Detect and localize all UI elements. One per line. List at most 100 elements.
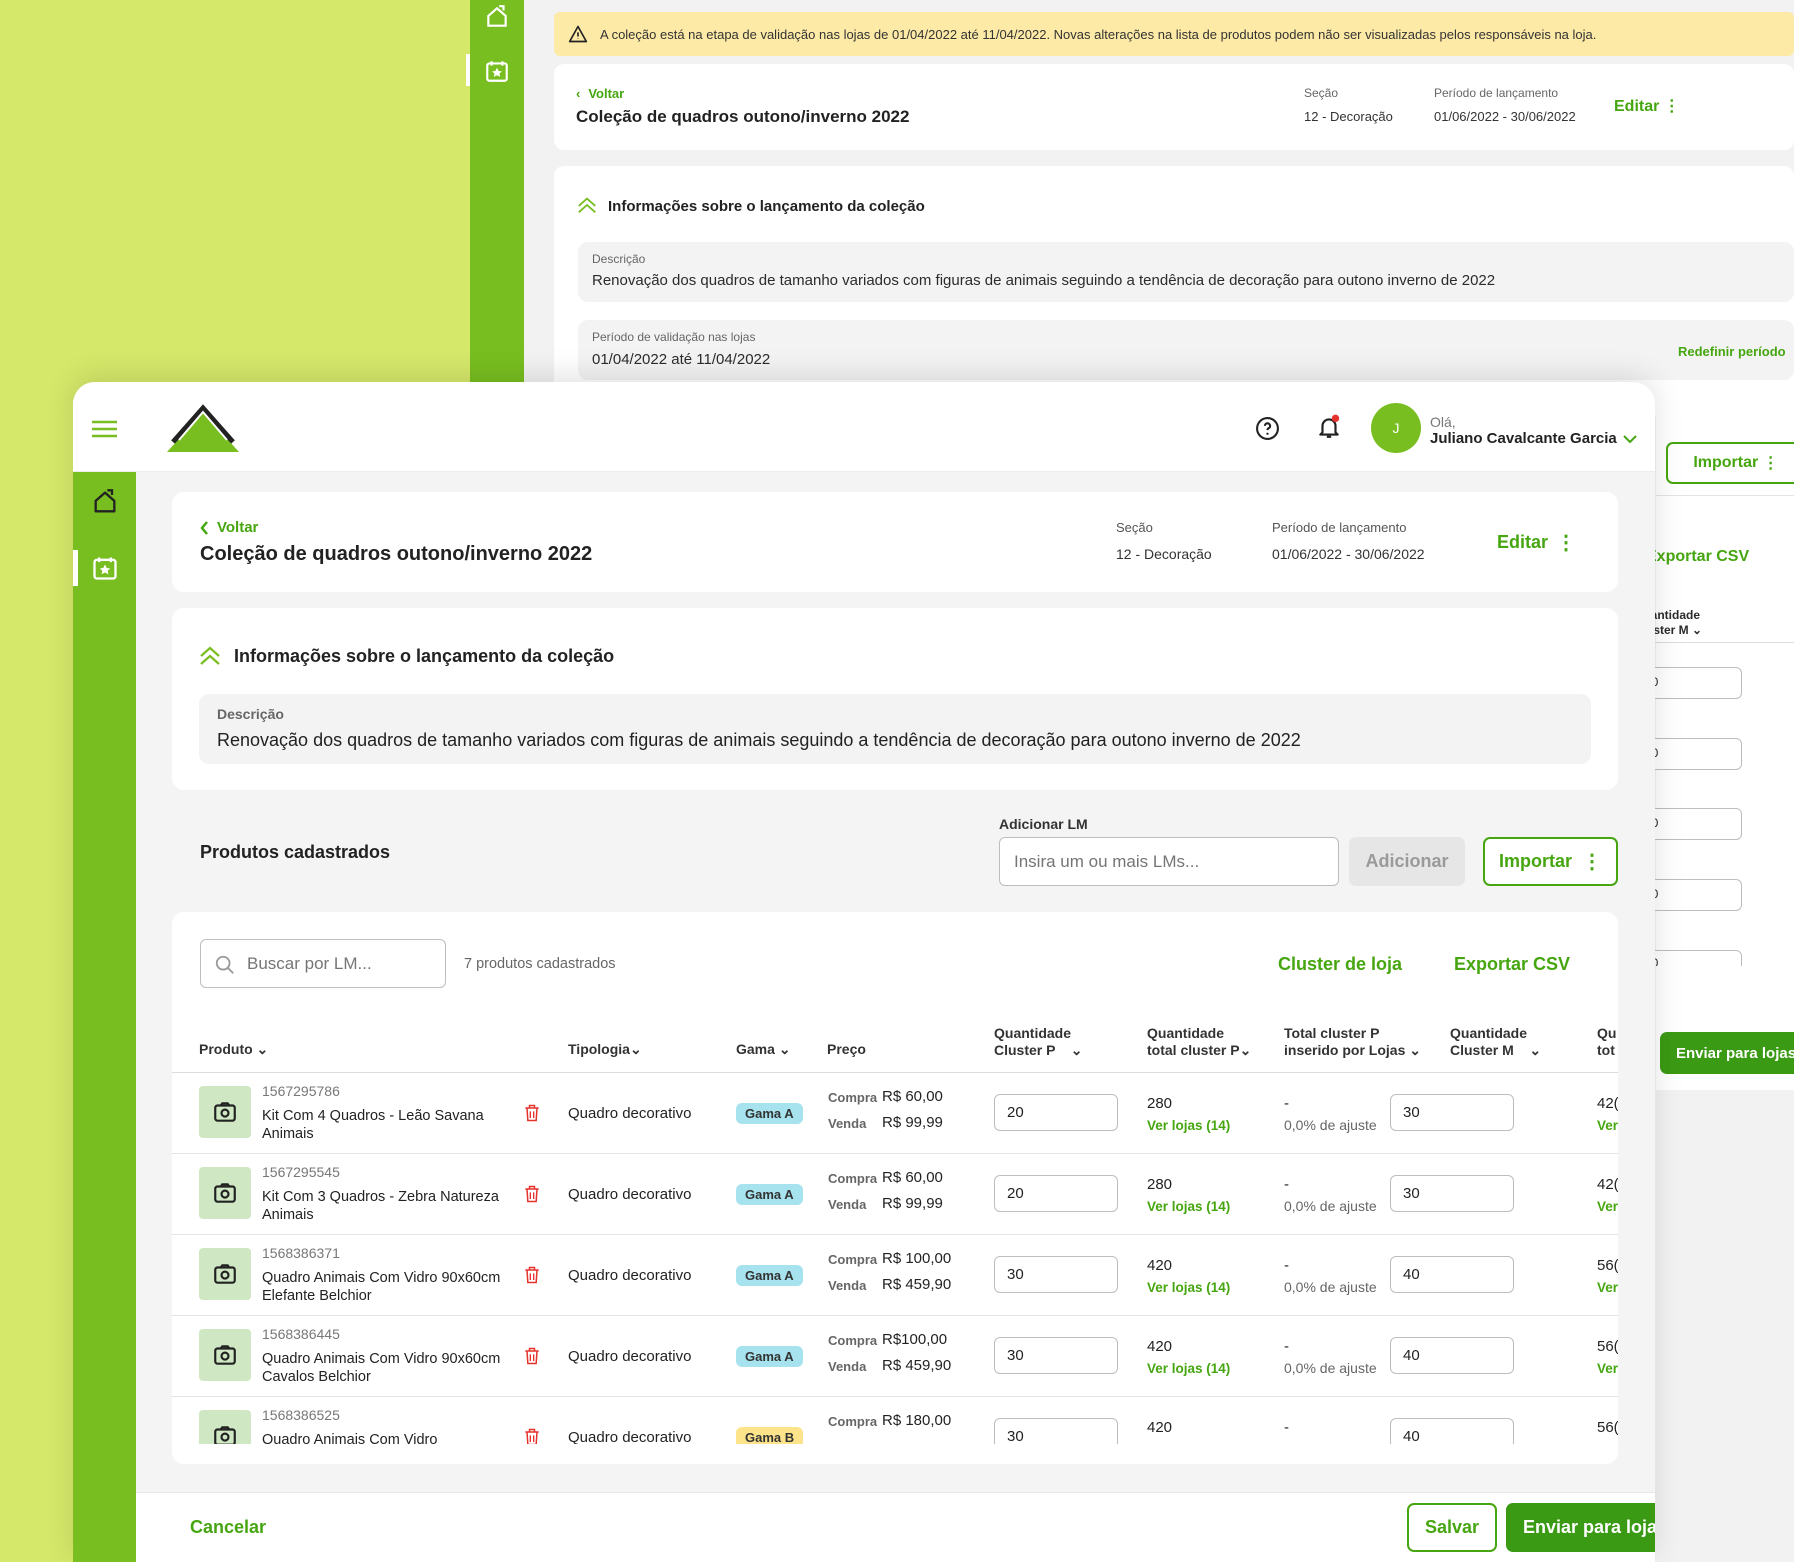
trash-icon[interactable]	[522, 1265, 542, 1285]
venda-label: Venda	[828, 1197, 867, 1212]
venda-label: Venda	[828, 1278, 867, 1293]
bg-rail-active-indicator	[466, 54, 470, 86]
product-tipologia: Quadro decorativo	[568, 1429, 692, 1444]
bg-edit-button[interactable]: Editar ⋮	[1614, 96, 1680, 116]
col-gama[interactable]: Gama ⌄	[736, 1041, 791, 1058]
alert-triangle-icon	[568, 25, 588, 43]
ver-lojas-link[interactable]: Ver lojas (14)	[1147, 1280, 1230, 1295]
bg-back-label: Voltar	[588, 86, 625, 101]
adjust-percent: 0,0% de ajuste	[1284, 1279, 1377, 1295]
trash-icon[interactable]	[522, 1103, 542, 1123]
qty-cluster-p-input[interactable]: 20	[994, 1175, 1118, 1212]
product-name: Quadro Animais Com Vidro 90x60cm Elefant…	[262, 1270, 501, 1304]
chevron-down-icon: ⌄	[1529, 1042, 1542, 1058]
col-produto[interactable]: Produto ⌄	[199, 1041, 268, 1058]
qty-cluster-p-input[interactable]: 30	[994, 1418, 1118, 1444]
gama-badge: Gama A	[736, 1184, 803, 1205]
cut-ver-link[interactable]: Ver	[1597, 1280, 1618, 1295]
redefine-period-link[interactable]: Redefinir período	[1678, 344, 1786, 359]
cluster-link[interactable]: Cluster de loja	[1278, 954, 1402, 975]
qty-cluster-m-input[interactable]: 30	[1390, 1094, 1514, 1131]
qty-cluster-m-input[interactable]: 40	[1390, 1418, 1514, 1444]
home-tag-icon[interactable]	[91, 488, 119, 516]
bell-icon[interactable]	[1316, 414, 1342, 440]
qty-cluster-m-input[interactable]: 40	[1390, 1256, 1514, 1293]
menu-icon[interactable]	[92, 420, 117, 438]
user-menu[interactable]: Juliano Cavalcante Garcia	[1430, 430, 1637, 447]
col-ins-p-line1: Total cluster P	[1284, 1025, 1380, 1041]
trash-icon[interactable]	[522, 1427, 542, 1444]
delete-product-button[interactable]	[522, 1184, 542, 1204]
qty-cluster-p-input[interactable]: 20	[994, 1094, 1118, 1131]
save-button[interactable]: Salvar	[1407, 1503, 1497, 1552]
inserted-total: -	[1284, 1257, 1289, 1274]
description-box: Descrição Renovação dos quadros de taman…	[199, 694, 1591, 764]
search-input[interactable]	[247, 950, 437, 978]
total-cluster-p: 420	[1147, 1419, 1173, 1436]
front-window: J Olá, Juliano Cavalcante Garcia Voltar …	[73, 382, 1655, 1562]
cut-ver-link[interactable]: Ver	[1597, 1199, 1618, 1214]
product-tipologia: Quadro decorativo	[568, 1105, 692, 1122]
help-icon[interactable]	[1255, 416, 1280, 441]
camera-icon	[214, 1345, 236, 1365]
edit-button[interactable]: Editar ⋮	[1497, 530, 1576, 555]
cut-ver-link[interactable]: Ver	[1597, 1361, 1618, 1376]
qty-cluster-p-input[interactable]: 30	[994, 1337, 1118, 1374]
venda-value: R$ 459,90	[882, 1276, 952, 1293]
bg-divider	[1634, 642, 1794, 643]
calendar-star-icon[interactable]	[484, 58, 510, 84]
col-qtd-cluster-p[interactable]: Quantidade Cluster P ⌄	[994, 1025, 1083, 1059]
qty-cluster-m-input[interactable]: 30	[1390, 1175, 1514, 1212]
cancel-button[interactable]: Cancelar	[190, 1517, 266, 1538]
cut-total: 42(	[1597, 1176, 1618, 1193]
product-name: Quadro Animais Com Vidro	[262, 1432, 438, 1444]
cut-total: 56(	[1597, 1419, 1618, 1436]
add-button[interactable]: Adicionar	[1349, 837, 1465, 886]
ver-lojas-link[interactable]: Ver lojas (14)	[1147, 1199, 1230, 1214]
delete-product-button[interactable]	[522, 1103, 542, 1123]
cut-ver-link[interactable]: Ver	[1597, 1118, 1618, 1133]
search-field[interactable]	[200, 939, 446, 988]
qty-cluster-p-input[interactable]: 30	[994, 1256, 1118, 1293]
bg-desc-label: Descrição	[592, 252, 646, 266]
products-table-card: 7 produtos cadastrados Cluster de loja E…	[172, 912, 1618, 1464]
col-inserido-lojas[interactable]: Total cluster Pinserido por Lojas ⌄	[1284, 1025, 1421, 1059]
trash-icon[interactable]	[522, 1184, 542, 1204]
ver-lojas-link[interactable]: Ver lojas (14)	[1147, 1118, 1230, 1133]
col-tipologia[interactable]: Tipologia⌄	[568, 1041, 642, 1058]
secao-label: Seção	[1116, 520, 1153, 535]
product-thumbnail	[199, 1167, 251, 1219]
product-tipologia: Quadro decorativo	[568, 1267, 692, 1284]
delete-product-button[interactable]	[522, 1346, 542, 1366]
bg-send-button[interactable]: Enviar para lojas	[1660, 1032, 1794, 1074]
bg-page-title: Coleção de quadros outono/inverno 2022	[576, 107, 910, 126]
export-csv-link[interactable]: Exportar CSV	[1454, 954, 1570, 975]
trash-icon[interactable]	[522, 1346, 542, 1366]
product-tipologia: Quadro decorativo	[568, 1348, 692, 1365]
send-to-stores-button[interactable]: Enviar para lojas	[1506, 1503, 1655, 1552]
import-button[interactable]: Importar ⋮	[1483, 837, 1618, 886]
qty-cluster-m-input[interactable]: 40	[1390, 1337, 1514, 1374]
venda-value: R$ 99,99	[882, 1195, 943, 1212]
ver-lojas-link[interactable]: Ver lojas (14)	[1147, 1361, 1230, 1376]
avatar[interactable]: J	[1371, 403, 1421, 453]
products-title: Produtos cadastrados	[200, 842, 391, 862]
add-lm-input[interactable]	[999, 837, 1339, 886]
table-row: 1567295786 Kit Com 4 Quadros - Leão Savan…	[172, 1073, 1618, 1154]
bg-import-button[interactable]: Importar ⋮	[1666, 442, 1794, 484]
home-tag-icon[interactable]	[484, 4, 510, 30]
col-cut-line2: tot	[1597, 1042, 1615, 1058]
calendar-star-icon[interactable]	[91, 554, 119, 582]
total-cluster-p: 420	[1147, 1338, 1173, 1355]
col-total-cluster-p[interactable]: Quantidade total cluster P⌄	[1147, 1025, 1251, 1059]
bg-export-csv-link[interactable]: Exportar CSV	[1646, 548, 1749, 566]
table-body: 1567295786 Kit Com 4 Quadros - Leão Savan…	[172, 1073, 1618, 1444]
back-link[interactable]: Voltar	[200, 519, 258, 536]
col-qtd-cluster-m[interactable]: Quantidade Cluster M ⌄	[1450, 1025, 1541, 1059]
delete-product-button[interactable]	[522, 1265, 542, 1285]
bg-back-link[interactable]: ‹ Voltar	[576, 86, 624, 101]
collection-header-card: Voltar Coleção de quadros outono/inverno…	[172, 492, 1618, 592]
chevron-left-icon: ‹	[576, 86, 581, 101]
info-title: Informações sobre o lançamento da coleçã…	[234, 646, 615, 666]
delete-product-button[interactable]	[522, 1427, 542, 1444]
